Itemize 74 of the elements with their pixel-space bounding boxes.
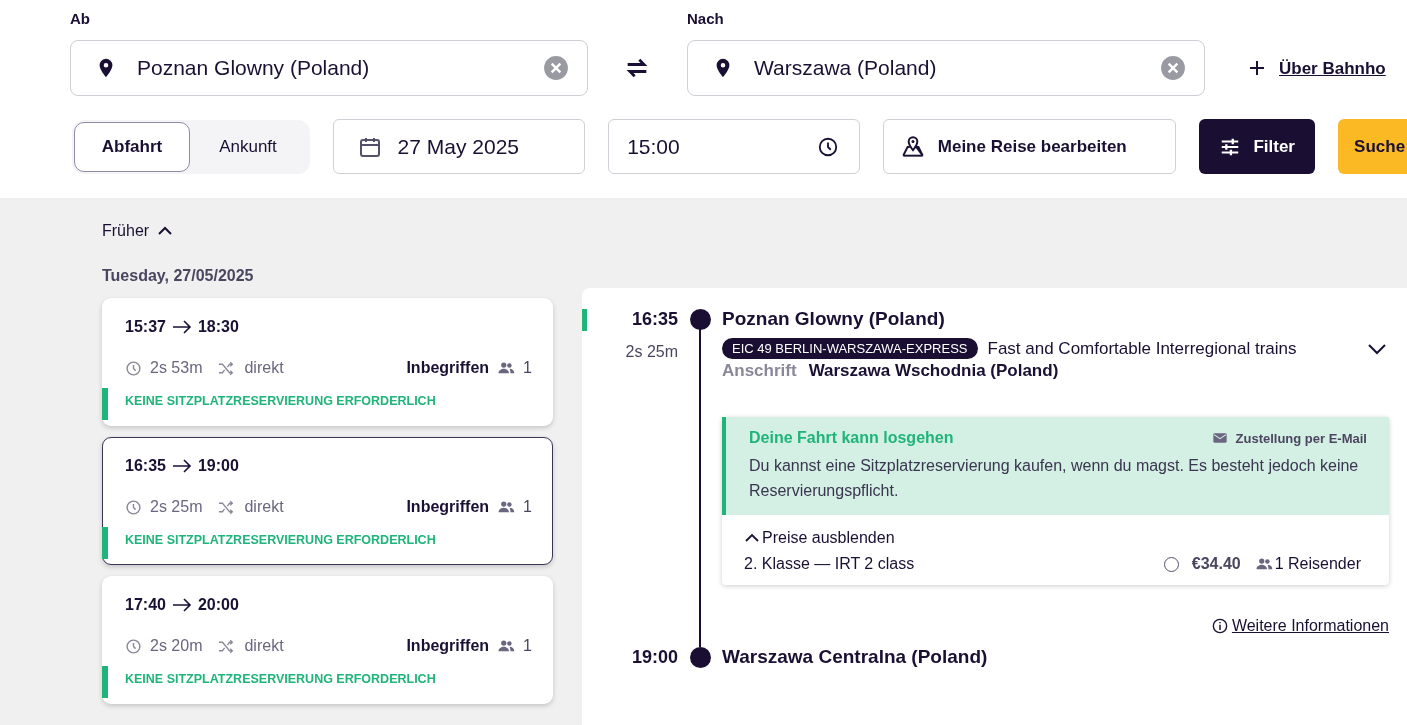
more-info-link[interactable]: Weitere Informationen bbox=[1231, 617, 1389, 635]
departure-time: 17:40 bbox=[125, 596, 166, 614]
selection-marker bbox=[582, 309, 587, 331]
duration: 2s 25m bbox=[150, 498, 203, 516]
status-bar-marker bbox=[102, 527, 108, 559]
journey-card[interactable]: 17:40 20:00 2s 20m direkt Inbegriffen 1 KEINE SITZPLATZRESERVIERUNG ERFORDERLICH bbox=[102, 576, 553, 704]
notice-text: Du kannst eine Sitzplatzreservierung kaufen, wenn du magst. Es besteht jedoch keine Reservierungspflicht. bbox=[749, 456, 1360, 501]
from-field[interactable]: Poznan Glowny (Poland) bbox=[70, 40, 588, 96]
time-field[interactable]: 15:00 bbox=[608, 119, 860, 174]
duration: 2s 25m bbox=[625, 342, 678, 361]
direction-station: Warszawa Wschodnia (Poland) bbox=[808, 361, 1059, 381]
status-bar-marker bbox=[102, 388, 108, 420]
fare-status: Inbegriffen bbox=[406, 498, 490, 516]
add-via-link[interactable]: Über Bahnho bbox=[1279, 59, 1386, 79]
reservation-note: KEINE SITZPLATZRESERVIERUNG ERFORDERLICH bbox=[125, 393, 437, 410]
earlier-button[interactable]: Früher bbox=[102, 220, 174, 242]
fare-status: Inbegriffen bbox=[406, 637, 490, 655]
passenger-count: 1 bbox=[523, 498, 532, 516]
to-field[interactable]: Warszawa (Poland) bbox=[687, 40, 1205, 96]
clear-icon[interactable] bbox=[1160, 55, 1186, 81]
mail-icon bbox=[1211, 430, 1228, 446]
to-label: Nach bbox=[687, 10, 725, 29]
clock-icon bbox=[125, 498, 142, 516]
train-description: Fast and Comfortable Interregional trains bbox=[987, 338, 1298, 359]
journey-card[interactable]: 15:37 18:30 2s 53m direkt Inbegriffen 1 KEINE SITZPLATZRESERVIERUNG ERFORDERLICH bbox=[102, 298, 553, 426]
arrow-right-icon bbox=[171, 320, 192, 334]
duration: 2s 20m bbox=[150, 637, 203, 655]
arrow-right-icon bbox=[171, 459, 192, 473]
passenger-count: 1 bbox=[523, 637, 532, 655]
clock-icon bbox=[816, 135, 839, 158]
notice-title: Deine Fahrt kann losgehen bbox=[749, 429, 955, 447]
edit-trip-button[interactable]: Meine Reise bearbeiten bbox=[882, 119, 1177, 174]
departure-station: Poznan Glowny (Poland) bbox=[722, 307, 946, 331]
arrow-right-icon bbox=[171, 598, 192, 612]
passenger-count: 1 bbox=[523, 359, 532, 377]
arrival-time: 19:00 bbox=[197, 457, 239, 475]
duration: 2s 53m bbox=[150, 359, 203, 377]
delivery-info: Zustellung per E-Mail bbox=[1235, 430, 1367, 446]
info-icon bbox=[1211, 618, 1228, 634]
filter-button[interactable]: Filter bbox=[1199, 119, 1316, 174]
reservation-note: KEINE SITZPLATZRESERVIERUNG ERFORDERLICH bbox=[125, 671, 437, 688]
timeline-dot bbox=[689, 646, 711, 668]
departure-time: 16:35 bbox=[631, 308, 678, 331]
changes: direkt bbox=[244, 359, 284, 377]
train-badge: EIC 49 BERLIN-WARSZAWA-EXPRESS bbox=[722, 338, 978, 359]
arrival-time: 18:30 bbox=[197, 318, 239, 336]
arrival-station: Warszawa Centralna (Poland) bbox=[722, 645, 989, 669]
fare-class: 2. Klasse — IRT 2 class bbox=[744, 555, 916, 573]
clock-icon bbox=[125, 359, 142, 377]
mode-tab[interactable]: Ankunft bbox=[190, 121, 306, 172]
reservation-note: KEINE SITZPLATZRESERVIERUNG ERFORDERLICH bbox=[125, 532, 437, 549]
arrival-time: 20:00 bbox=[197, 596, 239, 614]
direction-label: Anschrift bbox=[722, 361, 797, 381]
fare-status: Inbegriffen bbox=[406, 359, 490, 377]
plus-icon[interactable] bbox=[1249, 60, 1265, 76]
status-bar-marker bbox=[102, 666, 108, 698]
changes: direkt bbox=[244, 637, 284, 655]
departure-time: 16:35 bbox=[125, 457, 166, 475]
chevron-down-icon[interactable] bbox=[1367, 342, 1387, 355]
date-heading: Tuesday, 27/05/2025 bbox=[102, 267, 255, 286]
hide-prices-button[interactable]: Preise ausblenden bbox=[744, 529, 895, 547]
mode-tab[interactable]: Abfahrt bbox=[74, 121, 190, 172]
traveller-count: 1 Reisender bbox=[1274, 555, 1361, 573]
changes: direkt bbox=[244, 498, 284, 516]
timeline-dot bbox=[689, 308, 711, 330]
date-field[interactable]: 27 May 2025 bbox=[332, 119, 586, 174]
clock-icon bbox=[125, 637, 142, 655]
arrival-time: 19:00 bbox=[631, 646, 678, 669]
from-label: Ab bbox=[70, 10, 91, 29]
fare-price: €34.40 bbox=[1191, 555, 1241, 573]
clear-icon[interactable] bbox=[543, 55, 569, 81]
departure-time: 15:37 bbox=[125, 318, 166, 336]
search-button[interactable]: Suche bbox=[1338, 119, 1407, 174]
journey-card[interactable]: 16:35 19:00 2s 25m direkt Inbegriffen 1 KEINE SITZPLATZRESERVIERUNG ERFORDERLICH bbox=[102, 437, 553, 565]
